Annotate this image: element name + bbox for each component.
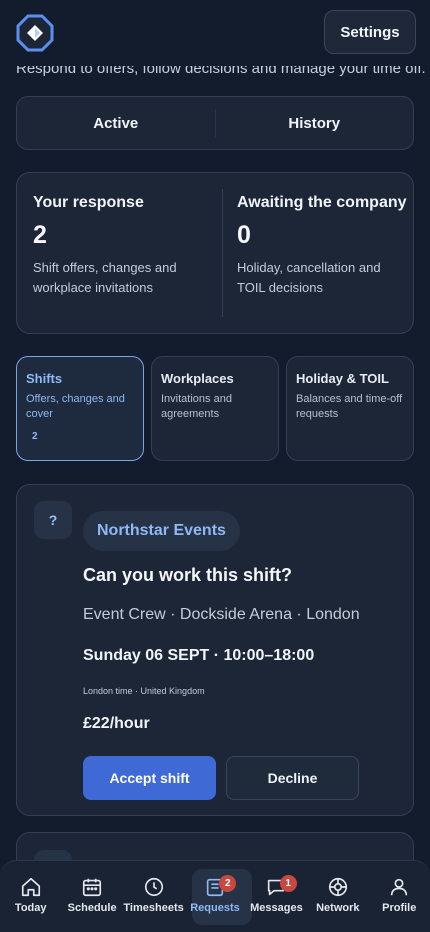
category-tab-holiday-toil[interactable]: Holiday & TOIL Balances and time-off req… bbox=[286, 356, 414, 461]
offer-rate: £22/hour bbox=[83, 715, 150, 732]
messages-badge: 1 bbox=[279, 875, 297, 892]
category-title: Shifts bbox=[26, 371, 63, 386]
requests-badge: 2 bbox=[219, 875, 237, 892]
company-pill: Northstar Events bbox=[83, 511, 240, 551]
requests-screen: Settings Respond to offers, follow decis… bbox=[0, 0, 430, 932]
bottom-nav-items: Today Schedule Timesheets 2 Requests 1 M… bbox=[0, 860, 430, 932]
question-icon: ? bbox=[34, 501, 72, 539]
nav-item-requests[interactable]: 2 Requests bbox=[184, 860, 245, 932]
nav-item-messages[interactable]: 1 Messages bbox=[246, 860, 307, 932]
nav-item-profile[interactable]: Profile bbox=[369, 860, 430, 932]
category-desc: Offers, changes and cover bbox=[26, 393, 125, 420]
nav-label: Profile bbox=[382, 902, 417, 914]
summary-your-response: Your response 2 Shift offers, changes an… bbox=[33, 191, 213, 298]
offer-question: Can you work this shift? bbox=[83, 565, 293, 585]
nav-item-today[interactable]: Today bbox=[0, 860, 61, 932]
shift-offer-card: ? Northstar Events Can you work this shi… bbox=[16, 484, 414, 816]
segment-history[interactable]: History bbox=[216, 115, 414, 132]
user-icon bbox=[391, 878, 408, 896]
nav-label: Network bbox=[316, 902, 360, 914]
category-desc: Balances and time-off requests bbox=[296, 393, 403, 420]
settings-button[interactable]: Settings bbox=[324, 10, 416, 54]
summary-card: Your response 2 Shift offers, changes an… bbox=[16, 172, 414, 334]
category-title: Holiday & TOIL bbox=[296, 371, 389, 386]
nav-label: Timesheets bbox=[123, 902, 184, 914]
clock-icon bbox=[144, 877, 163, 897]
category-tab-workplaces[interactable]: Workplaces Invitations and agreements bbox=[151, 356, 279, 461]
category-tab-shifts[interactable]: Shifts Offers, changes and cover 2 bbox=[16, 356, 144, 461]
calendar-icon bbox=[83, 878, 102, 897]
category-desc: Invitations and agreements bbox=[161, 393, 232, 420]
home-icon bbox=[21, 877, 40, 897]
offer-datetime: Sunday 06 SEPT · 10:00–18:00 bbox=[83, 647, 315, 664]
summary-awaiting-title: Awaiting the company bbox=[237, 194, 407, 211]
nav-label: Schedule bbox=[67, 902, 117, 914]
summary-awaiting-company: Awaiting the company 0 Holiday, cancella… bbox=[237, 191, 407, 298]
nav-label: Messages bbox=[250, 902, 303, 914]
top-bar: Settings bbox=[0, 0, 430, 66]
summary-response-count: 2 bbox=[33, 221, 47, 249]
nav-item-network[interactable]: Network bbox=[307, 860, 368, 932]
decline-button[interactable]: Decline bbox=[226, 756, 359, 800]
accept-shift-button[interactable]: Accept shift bbox=[83, 756, 216, 800]
app-logo-icon[interactable] bbox=[16, 14, 54, 52]
category-title: Workplaces bbox=[161, 371, 234, 386]
summary-awaiting-desc: Holiday, cancellation and TOIL decisions bbox=[237, 260, 381, 295]
view-segmented-control: Active History bbox=[16, 96, 414, 150]
nav-item-timesheets[interactable]: Timesheets bbox=[123, 860, 184, 932]
segment-active[interactable]: Active bbox=[17, 115, 215, 132]
summary-response-desc: Shift offers, changes and workplace invi… bbox=[33, 260, 177, 295]
category-count: 2 bbox=[32, 431, 38, 442]
nav-label: Today bbox=[14, 902, 47, 914]
summary-awaiting-count: 0 bbox=[237, 221, 251, 249]
nav-label: Requests bbox=[190, 902, 240, 914]
network-icon bbox=[328, 877, 347, 897]
nav-item-schedule[interactable]: Schedule bbox=[61, 860, 122, 932]
summary-response-title: Your response bbox=[33, 194, 144, 211]
summary-divider bbox=[222, 189, 223, 317]
offer-location: Event Crew · Dockside Arena · London bbox=[83, 606, 360, 623]
offer-timezone: London time · United Kingdom bbox=[83, 686, 205, 696]
